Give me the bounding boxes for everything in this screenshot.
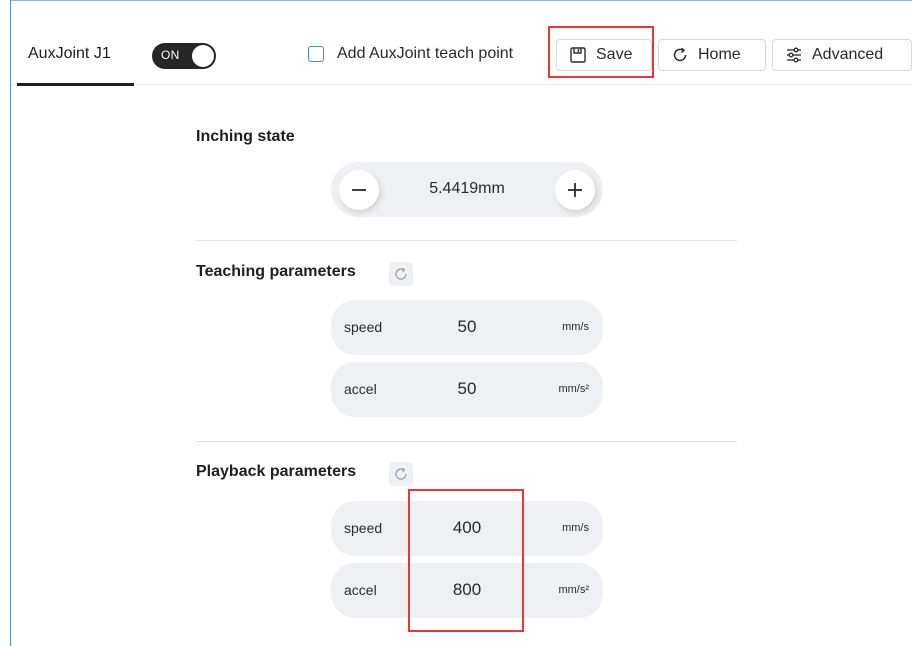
- inching-stepper: 5.4419mm: [331, 162, 603, 217]
- param-label: accel: [344, 582, 377, 598]
- reset-icon: [395, 467, 407, 480]
- teach-point-checkbox[interactable]: [308, 46, 324, 62]
- playback-speed-field: speed 400 mm/s: [331, 501, 603, 556]
- section-divider: [196, 240, 737, 241]
- toolbar-header: AuxJoint J1 ON Add AuxJoint teach point …: [11, 1, 912, 86]
- enable-toggle[interactable]: ON: [152, 43, 216, 69]
- playback-title: Playback parameters: [196, 463, 357, 480]
- tab-auxjoint-j1[interactable]: AuxJoint J1: [28, 45, 111, 63]
- playback-accel-field: accel 800 mm/s²: [331, 563, 603, 618]
- advanced-button[interactable]: Advanced: [772, 39, 912, 71]
- param-unit: mm/s²: [558, 584, 589, 596]
- toggle-knob: [192, 45, 214, 67]
- teaching-accel-field: accel 50 mm/s²: [331, 362, 603, 417]
- window-left-border: [10, 0, 11, 646]
- toggle-label: ON: [161, 48, 180, 62]
- param-label: speed: [344, 319, 383, 335]
- param-unit: mm/s: [562, 321, 589, 333]
- param-label: accel: [344, 381, 377, 397]
- teaching-speed-input[interactable]: 50: [427, 317, 507, 337]
- home-button[interactable]: Home: [658, 39, 766, 71]
- param-unit: mm/s²: [558, 383, 589, 395]
- section-divider: [196, 441, 737, 442]
- active-tab-indicator: [17, 83, 134, 86]
- refresh-icon: [671, 46, 689, 64]
- save-button[interactable]: Save: [556, 39, 652, 71]
- home-label: Home: [698, 46, 741, 63]
- advanced-label: Advanced: [812, 46, 884, 63]
- teaching-accel-input[interactable]: 50: [427, 379, 507, 399]
- reset-icon: [395, 267, 407, 280]
- teaching-reset-button[interactable]: [389, 262, 413, 286]
- save-label: Save: [596, 46, 633, 63]
- save-icon: [569, 46, 587, 64]
- plus-icon: [568, 183, 582, 197]
- increment-button[interactable]: [555, 170, 595, 210]
- playback-reset-button[interactable]: [389, 462, 413, 486]
- inching-title: Inching state: [196, 128, 295, 145]
- param-unit: mm/s: [562, 522, 589, 534]
- param-label: speed: [344, 520, 383, 536]
- playback-speed-input[interactable]: 400: [427, 518, 507, 538]
- teaching-speed-field: speed 50 mm/s: [331, 300, 603, 355]
- teaching-title: Teaching parameters: [196, 263, 356, 280]
- teach-point-label[interactable]: Add AuxJoint teach point: [337, 45, 513, 63]
- sliders-icon: [785, 46, 803, 64]
- playback-accel-input[interactable]: 800: [427, 580, 507, 600]
